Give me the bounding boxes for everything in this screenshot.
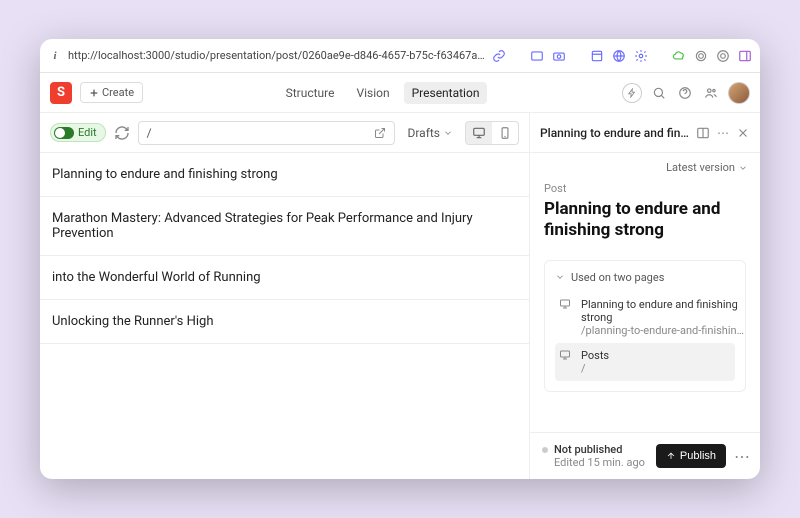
chevron-down-icon [443,128,453,138]
preview-pane: Edit / Drafts Planning [40,113,530,479]
user-avatar[interactable] [728,82,750,104]
version-selector[interactable]: Latest version [666,161,748,174]
used-on-pages-box: Used on two pages Planning to endure and… [544,260,746,392]
list-item[interactable]: Marathon Mastery: Advanced Strategies fo… [40,197,529,256]
users-icon[interactable] [702,84,720,102]
chevron-down-icon [555,272,565,282]
used-on-pages-header[interactable]: Used on two pages [555,271,735,284]
close-icon[interactable] [736,126,750,140]
cloud-icon[interactable] [672,49,686,63]
status-dot-icon [542,447,548,453]
page-icon [559,349,573,375]
preview-toolbar: Edit / Drafts [40,113,529,153]
used-item-path: /planning-to-endure-and-finishin… [581,324,744,337]
tab-structure[interactable]: Structure [278,82,343,104]
list-item[interactable]: Unlocking the Runner's High [40,300,529,344]
used-item-title: Posts [581,349,731,362]
box-icon[interactable] [590,49,604,63]
external-link-icon[interactable] [374,127,386,139]
editor-footer: Not published Edited 15 min. ago Publish… [530,432,760,479]
url-text[interactable]: http://localhost:3000/studio/presentatio… [68,49,486,62]
list-item[interactable]: Planning to endure and finishing strong [40,153,529,197]
publish-icon [666,451,676,461]
path-input[interactable]: / [138,121,396,145]
window-icon[interactable] [530,49,544,63]
drafts-selector[interactable]: Drafts [403,124,457,142]
publish-button[interactable]: Publish [656,444,726,468]
used-page-item[interactable]: Posts / [555,343,735,381]
target-icon[interactable] [716,49,730,63]
panel-icon[interactable] [738,49,752,63]
spiral-icon[interactable] [694,49,708,63]
device-switcher [465,121,519,145]
workspace: Edit / Drafts Planning [40,113,760,479]
mobile-view-button[interactable] [492,122,518,144]
edit-toggle[interactable]: Edit [50,123,106,142]
app-window: i http://localhost:3000/studio/presentat… [40,39,760,479]
used-page-item[interactable]: Planning to endure and finishing strong … [555,292,735,343]
browser-toolbar-icons [492,49,752,63]
list-item[interactable]: into the Wonderful World of Running [40,256,529,300]
search-icon[interactable] [650,84,668,102]
editor-pane: Planning to endure and finishi… ⋯ Latest… [530,113,760,479]
editor-header: Planning to endure and finishi… ⋯ [530,113,760,153]
info-icon[interactable]: i [48,50,62,62]
app-top-nav: S Create Structure Vision Presentation [40,73,760,113]
camera-icon[interactable] [552,49,566,63]
used-item-title: Planning to endure and finishing strong [581,298,744,324]
more-icon[interactable]: ⋯ [734,447,748,466]
editor-header-title: Planning to endure and finishi… [540,126,690,140]
page-icon [559,298,573,337]
help-icon[interactable] [676,84,694,102]
bolt-icon[interactable] [622,83,642,103]
browser-url-bar: i http://localhost:3000/studio/presentat… [40,39,760,73]
more-icon[interactable]: ⋯ [716,126,730,140]
create-button[interactable]: Create [80,82,143,103]
publish-status: Not published Edited 15 min. ago [542,443,648,469]
tab-presentation[interactable]: Presentation [404,82,488,104]
document-title[interactable]: Planning to endure and finishing strong [544,199,746,242]
link-icon[interactable] [492,49,506,63]
gear-icon[interactable] [634,49,648,63]
toggle-switch-icon [54,127,74,139]
version-row: Latest version [530,153,760,182]
posts-list: Planning to endure and finishing strong … [40,153,529,479]
nav-tabs: Structure Vision Presentation [151,82,614,104]
refresh-icon[interactable] [114,125,130,141]
tab-vision[interactable]: Vision [348,82,397,104]
document-type-label: Post [544,182,746,195]
used-item-path: / [581,362,731,375]
split-view-icon[interactable] [696,126,710,140]
desktop-view-button[interactable] [466,122,492,144]
nav-right-icons [622,82,750,104]
globe-icon[interactable] [612,49,626,63]
document-body: Post Planning to endure and finishing st… [530,182,760,432]
chevron-down-icon [738,163,748,173]
app-logo[interactable]: S [50,82,72,104]
